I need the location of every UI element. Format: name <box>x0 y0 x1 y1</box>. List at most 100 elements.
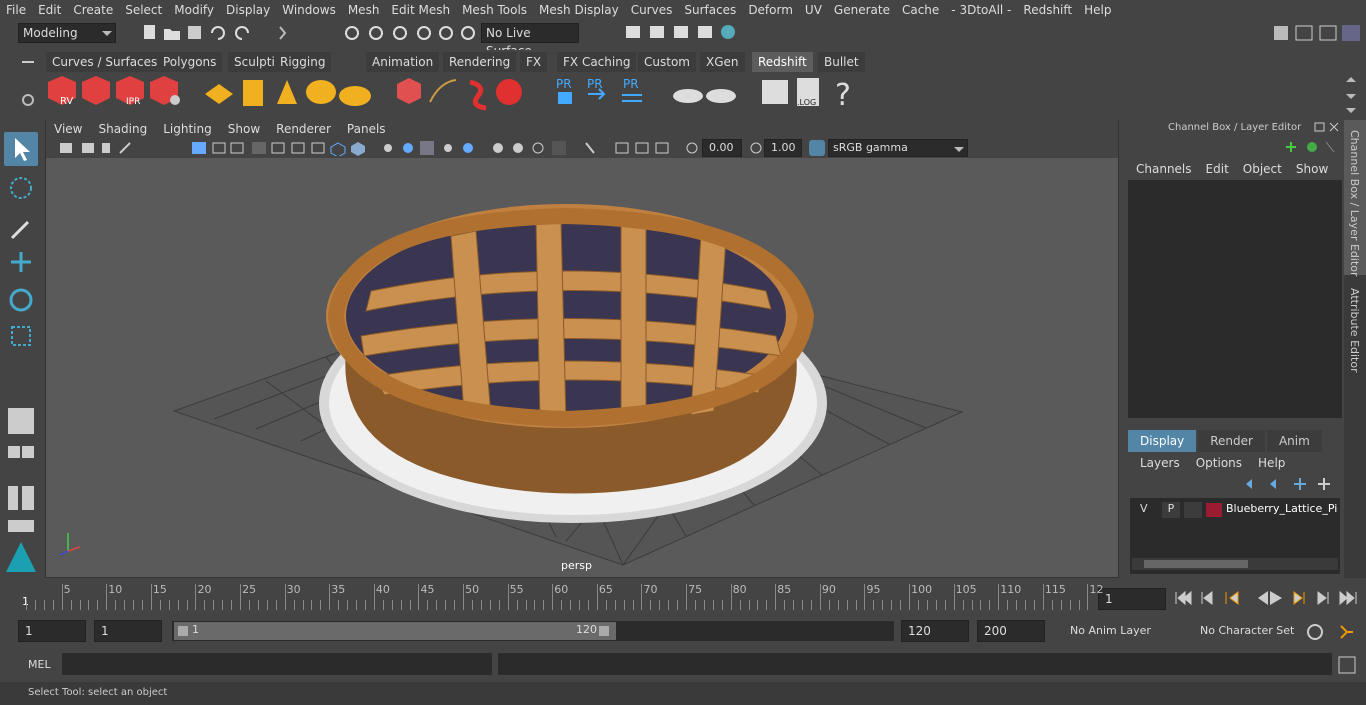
channel-box-menu-edit[interactable]: Edit <box>1200 162 1237 176</box>
view-transform-select[interactable]: sRGB gamma <box>828 139 968 157</box>
pie-model-icon-2[interactable] <box>706 89 736 103</box>
viewport-menu-panels[interactable]: Panels <box>339 120 394 138</box>
layer-row[interactable]: V P Blueberry_Lattice_Pie_V <box>1134 502 1338 518</box>
layer-name[interactable]: Blueberry_Lattice_Pie_V <box>1226 502 1338 515</box>
current-frame-field[interactable]: 1 <box>1098 588 1166 610</box>
script-editor-button-icon[interactable] <box>1338 656 1356 674</box>
layer-menu-help[interactable]: Help <box>1250 456 1293 470</box>
exposure-field[interactable]: 0.00 <box>702 139 742 157</box>
menu-3dtoall[interactable]: - 3DtoAll - <box>945 0 1017 20</box>
pie-model-icon-1[interactable] <box>673 89 703 103</box>
menu-redshift[interactable]: Redshift <box>1017 0 1078 20</box>
playback-start-field[interactable]: 1 <box>94 620 162 642</box>
layer-scrollbar[interactable] <box>1132 558 1338 570</box>
menu-display[interactable]: Display <box>220 0 276 20</box>
animation-start-field[interactable]: 1 <box>18 620 86 642</box>
character-set-select[interactable]: No Character Set <box>1178 620 1298 642</box>
redshift-sphere-icon[interactable] <box>496 79 522 105</box>
shelf-tab-rendering[interactable]: Rendering <box>443 52 517 72</box>
redshift-volume-icon[interactable] <box>397 78 421 104</box>
shelf-tab-bullet[interactable]: Bullet <box>818 52 865 72</box>
range-slider-handle[interactable]: 1 120 <box>174 622 616 640</box>
channel-box-menu-show[interactable]: Show <box>1290 162 1336 176</box>
menu-windows[interactable]: Windows <box>276 0 342 20</box>
layer-playback-toggle[interactable]: P <box>1162 502 1180 518</box>
pr-export-icon[interactable]: PR <box>587 77 606 100</box>
menu-modify[interactable]: Modify <box>168 0 220 20</box>
viewport-panel[interactable]: persp <box>45 120 1119 578</box>
menu-select[interactable]: Select <box>119 0 168 20</box>
menu-set-select[interactable]: Modeling <box>18 23 116 43</box>
layer-tab-render[interactable]: Render <box>1198 430 1265 452</box>
layer-color-swatch[interactable] <box>1206 503 1222 517</box>
menu-mesh[interactable]: Mesh <box>342 0 386 20</box>
redshift-batch-render-icon[interactable] <box>82 76 110 105</box>
redshift-curve-icon[interactable] <box>469 79 487 111</box>
redshift-render-view-icon[interactable]: RV <box>48 76 76 107</box>
redshift-area-light-icon[interactable] <box>306 80 336 104</box>
menu-file[interactable]: File <box>0 0 32 20</box>
viewport-menu-show[interactable]: Show <box>220 120 268 138</box>
gamma-field[interactable]: 1.00 <box>764 139 802 157</box>
pr-sync-icon[interactable]: PR <box>622 77 642 102</box>
animation-end-field[interactable]: 200 <box>977 620 1045 642</box>
shelf-tab-polygons[interactable]: Polygons <box>157 52 223 72</box>
pr-cube-icon[interactable]: PR <box>556 77 572 104</box>
help-icon[interactable]: ? <box>835 78 851 113</box>
shelf-scroll[interactable] <box>1342 74 1360 114</box>
viewport-menu-shading[interactable]: Shading <box>90 120 155 138</box>
anim-layer-select[interactable]: No Anim Layer <box>1050 620 1168 642</box>
command-language-label[interactable]: MEL <box>28 658 51 671</box>
command-input[interactable] <box>62 653 492 675</box>
layer-menu-options[interactable]: Options <box>1188 456 1250 470</box>
menu-mesh-display[interactable]: Mesh Display <box>533 0 625 20</box>
channel-box-menu-object[interactable]: Object <box>1237 162 1290 176</box>
menu-edit-mesh[interactable]: Edit Mesh <box>385 0 456 20</box>
redshift-object-id-icon[interactable] <box>243 80 263 106</box>
redshift-settings-icon[interactable] <box>150 76 180 105</box>
viewport-menu-lighting[interactable]: Lighting <box>155 120 220 138</box>
attribute-editor-side-tab[interactable]: Attribute Editor <box>1348 288 1361 373</box>
redshift-mesh-light-icon[interactable] <box>277 80 297 104</box>
layer-menu-layers[interactable]: Layers <box>1132 456 1188 470</box>
menu-uv[interactable]: UV <box>799 0 828 20</box>
menu-deform[interactable]: Deform <box>742 0 799 20</box>
redshift-hair-icon[interactable] <box>429 79 457 103</box>
redshift-proxy-icon[interactable] <box>205 84 233 104</box>
redshift-dome-light-icon[interactable] <box>339 86 371 106</box>
shelf-tab-redshift[interactable]: Redshift <box>752 52 813 72</box>
shelf-tab-fx[interactable]: FX <box>520 52 548 72</box>
live-surface-field[interactable]: No Live Surface <box>481 23 579 58</box>
shelf-tab-curves-surfaces[interactable]: Curves / Surfaces <box>46 52 164 72</box>
layer-tab-display[interactable]: Display <box>1128 430 1197 452</box>
color-management-icon[interactable] <box>808 139 826 157</box>
redshift-ipr-icon[interactable]: IPR <box>116 76 144 107</box>
shelf-tab-animation[interactable]: Animation <box>366 52 440 72</box>
menu-edit[interactable]: Edit <box>32 0 67 20</box>
range-slider-track[interactable]: 1 120 <box>172 621 894 641</box>
shelf-tab-fx-caching[interactable]: FX Caching <box>557 52 637 72</box>
viewport-menu-view[interactable]: View <box>46 120 90 138</box>
shelf-tab-custom[interactable]: Custom <box>638 52 696 72</box>
shelf-menu-icon[interactable] <box>20 54 36 70</box>
layer-type-toggle[interactable] <box>1184 502 1202 518</box>
layer-visibility-toggle[interactable]: V <box>1140 502 1148 515</box>
shelf-tab-rigging[interactable]: Rigging <box>274 52 332 72</box>
layer-tab-anim[interactable]: Anim <box>1266 430 1322 452</box>
channel-box-list[interactable] <box>1128 180 1342 418</box>
menu-curves[interactable]: Curves <box>625 0 679 20</box>
menu-generate[interactable]: Generate <box>828 0 896 20</box>
playback-end-field[interactable]: 120 <box>901 620 969 642</box>
channel-box-menu-channels[interactable]: Channels <box>1130 162 1200 176</box>
menu-cache[interactable]: Cache <box>896 0 945 20</box>
shelf-settings-icon[interactable] <box>20 80 36 112</box>
menu-help[interactable]: Help <box>1078 0 1117 20</box>
menu-create[interactable]: Create <box>67 0 119 20</box>
script-editor-icon[interactable] <box>762 80 788 104</box>
menu-surfaces[interactable]: Surfaces <box>678 0 742 20</box>
select-tool-button[interactable] <box>4 132 38 166</box>
viewport-menu-renderer[interactable]: Renderer <box>268 120 339 138</box>
menu-mesh-tools[interactable]: Mesh Tools <box>456 0 533 20</box>
log-icon[interactable]: .LOG <box>797 78 819 107</box>
shelf-tab-xgen[interactable]: XGen <box>700 52 745 72</box>
